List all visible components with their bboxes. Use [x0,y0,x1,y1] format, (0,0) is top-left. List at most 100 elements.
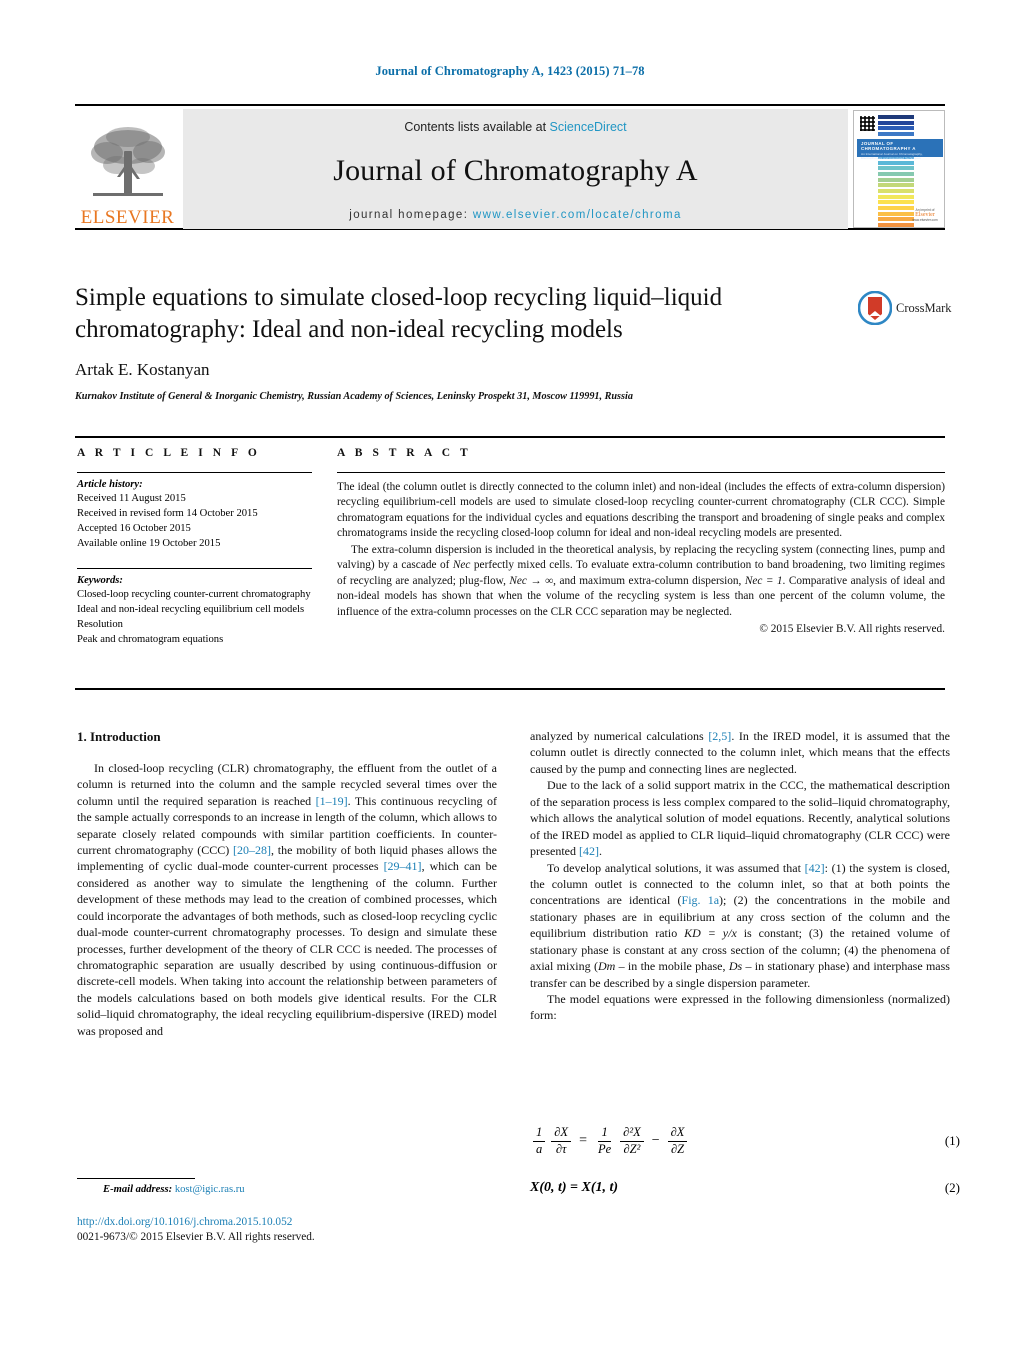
keyword-item: Resolution [77,619,123,631]
citation-link[interactable]: [42] [805,861,825,875]
frac-dX-dZ: ∂X ∂Z [667,1125,688,1156]
frac-den: Pe [597,1141,612,1156]
footnote-rule [77,1178,195,1179]
article-history-item: Received 11 August 2015 [77,493,186,504]
citation-link[interactable]: [42] [579,844,599,858]
frac-num: 1 [533,1125,546,1142]
page-title: Simple equations to simulate closed-loop… [75,284,723,343]
keyword-item: Closed-loop recycling counter-current ch… [77,589,311,601]
frac-den: ∂Z [670,1141,685,1156]
title-block: Simple equations to simulate closed-loop… [75,282,845,402]
contents-available-line: Contents lists available at ScienceDirec… [183,120,848,134]
abstract-copyright: © 2015 Elsevier B.V. All rights reserved… [759,623,945,636]
abstract-column: A B S T R A C T The ideal (the column ou… [337,447,945,635]
figure-reference-link[interactable]: Fig. 1a [682,893,720,907]
intro-paragraph-right-cont: analyzed by numerical calculations [2,5]… [530,728,950,777]
text-frag: , which can be considered as another way… [77,859,497,1038]
equals-sign: = [579,1133,587,1148]
abstract-symbol: Nec = 1 [744,574,783,587]
text-frag: – in the mobile phase, [615,959,729,974]
citation-link[interactable]: [20–28] [233,843,271,857]
elsevier-wordmark: ELSEVIER [80,207,175,228]
frac-den: ∂Z² [623,1141,641,1156]
frac-num: 1 [598,1125,611,1142]
abstract-divider [337,472,945,473]
inline-symbol-dm: Dm [597,959,616,974]
inline-symbol-ds: Ds [728,959,743,974]
cover-qr-icon [860,116,875,131]
crossmark-icon [858,291,892,325]
keywords-divider [77,568,312,570]
info-top-rule [75,436,945,438]
inline-symbol-kd: KD = y/x [684,926,737,941]
frac-num: ∂X [667,1125,688,1142]
cover-logo-bottom: www.elsevier.com [912,218,938,222]
intro-paragraph-right-3: To develop analytical solutions, it was … [530,860,950,992]
article-history-label: Article history: [77,479,143,490]
frac-den: a [536,1141,543,1156]
minus-sign: − [651,1133,660,1148]
elsevier-tree-icon [90,127,165,196]
running-head: Journal of Chromatography A, 1423 (2015)… [375,64,645,78]
journal-title: Journal of Chromatography A [333,154,698,187]
article-info-heading: A R T I C L E I N F O [77,447,261,459]
abstract-symbol: Nec → ∞ [509,574,554,587]
paper-page: Journal of Chromatography A, 1423 (2015)… [0,0,1020,1351]
equation-2: X(0, t) = X(1, t) (2) [530,1180,960,1196]
text-frag: . [598,844,602,859]
cover-band-title: JOURNAL OF CHROMATOGRAPHY A [861,141,916,151]
citation-link[interactable]: [29–41] [384,859,422,873]
text-frag: analyzed by numerical calculations [530,729,709,743]
abstract-symbol: Nec [452,559,471,572]
cover-color-stripes [878,115,914,227]
body-column-right: analyzed by numerical calculations [2,5]… [530,728,950,1024]
journal-cover-thumbnail: JOURNAL OF CHROMATOGRAPHY A An Internati… [853,110,945,228]
cover-band-subtitle: An International Journal on Chromatograp… [861,152,923,161]
frac-num: ∂²X [620,1125,644,1142]
article-history-item: Accepted 16 October 2015 [77,523,191,535]
journal-band: Contents lists available at ScienceDirec… [183,109,848,229]
frac-1-over-a: 1 a [533,1125,546,1156]
cover-publisher-logo: An imprint of Elsevier www.elsevier.com [910,208,940,222]
equation-2-number: (2) [944,1180,960,1195]
homepage-prefix: journal homepage: [349,209,473,221]
issn-copyright-line: 0021-9673/© 2015 Elsevier B.V. All right… [77,1231,315,1243]
article-history-item: Received in revised form 14 October 2015 [77,508,258,520]
email-label: E-mail address: [103,1184,173,1195]
text-frag: To develop analytical solutions, it was … [547,860,805,875]
abstract-paragraph: The extra-column dispersion is included … [337,543,945,620]
abstract-heading: A B S T R A C T [337,447,472,459]
crossmark-badge[interactable]: CrossMark [858,288,956,328]
equation-1-body: 1 a ∂X ∂τ = 1 Pe ∂²X ∂Z² − ∂X ∂Z [530,1125,690,1156]
frac-d2X-dZ2: ∂²X ∂Z² [620,1125,644,1156]
equation-1-number: (1) [944,1133,960,1148]
cover-title-band: JOURNAL OF CHROMATOGRAPHY A An Internati… [857,139,943,161]
keywords-label: Keywords: [77,575,123,587]
journal-homepage-link[interactable]: www.elsevier.com/locate/chroma [473,209,682,221]
crossmark-label: CrossMark [896,300,952,315]
author-name: Artak E. Kostanyan [75,360,210,379]
corresponding-email-line: E-mail address: kost@igic.ras.ru [103,1184,245,1195]
article-history-item: Available online 19 October 2015 [77,538,221,550]
keyword-item: Peak and chromatogram equations [77,634,224,646]
journal-homepage-line: journal homepage: www.elsevier.com/locat… [183,209,848,221]
section-heading-introduction: 1. Introduction [77,729,161,744]
abstract-frag: , and maximum extra-column dispersion, [553,574,745,587]
doi-link[interactable]: http://dx.doi.org/10.1016/j.chroma.2015.… [77,1216,292,1228]
article-info-divider [77,472,312,473]
abstract-paragraph: The ideal (the column outlet is directly… [337,481,945,540]
author-affiliation: Kurnakov Institute of General & Inorgani… [75,391,633,402]
body-column-left: 1. Introduction In closed-loop recycling… [77,728,497,1039]
frac-num: ∂X [551,1125,572,1142]
elsevier-logo-block: ELSEVIER [75,108,180,230]
sciencedirect-link[interactable]: ScienceDirect [550,120,627,134]
info-bottom-rule [75,688,945,690]
article-info-column: A R T I C L E I N F O Article history: R… [77,447,322,647]
citation-link[interactable]: [1–19] [316,794,348,808]
citation-link[interactable]: [2,5] [708,729,731,743]
frac-1-over-Pe: 1 Pe [595,1125,614,1156]
email-link[interactable]: kost@igic.ras.ru [175,1184,245,1195]
frac-dX-dtau: ∂X ∂τ [551,1125,572,1156]
equation-2-expression: X(0, t) = X(1, t) [530,1180,619,1195]
frac-den: ∂τ [555,1141,567,1156]
